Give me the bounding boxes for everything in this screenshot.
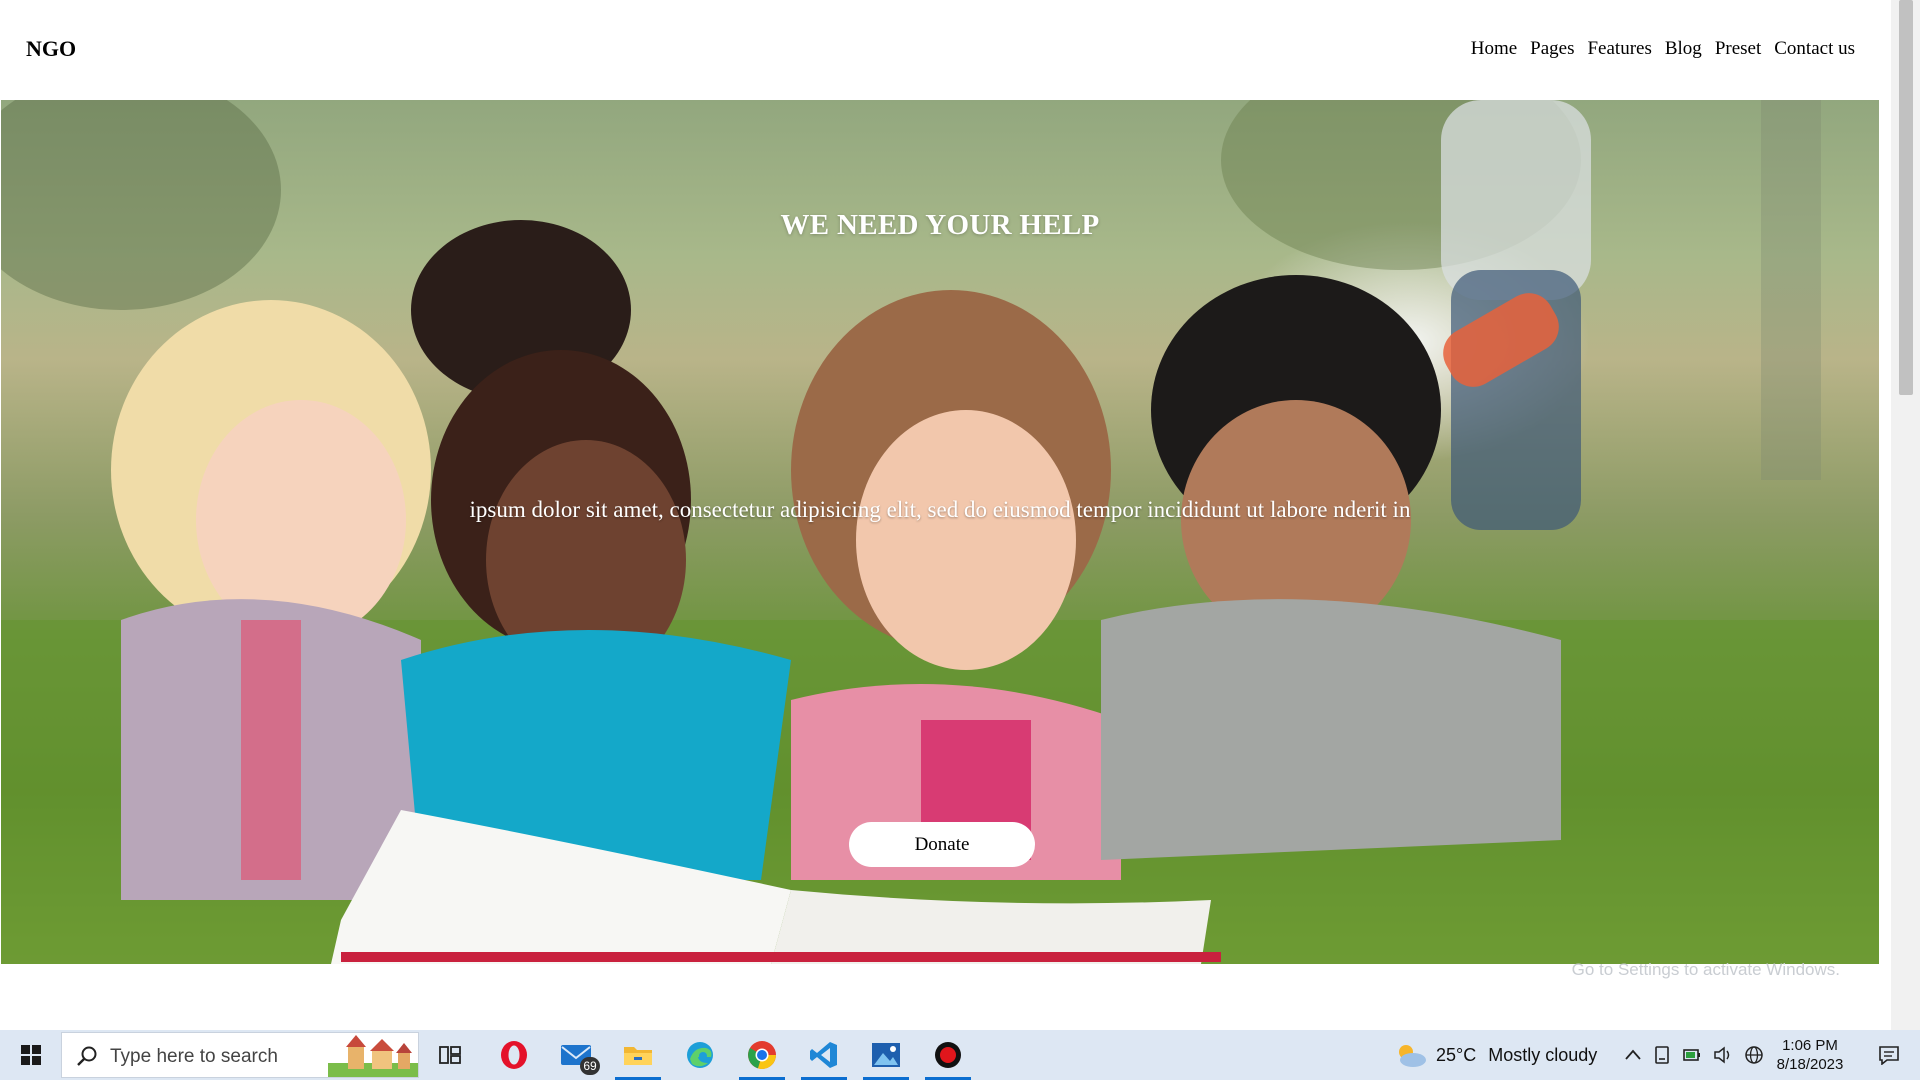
record-icon bbox=[935, 1042, 961, 1068]
chrome-icon bbox=[748, 1041, 776, 1069]
folder-icon bbox=[624, 1047, 652, 1065]
device-icon[interactable] bbox=[1653, 1045, 1671, 1065]
nav-blog[interactable]: Blog bbox=[1665, 38, 1702, 60]
cloudy-weather-icon bbox=[1399, 1045, 1426, 1067]
weather-widget[interactable]: 25°C Mostly cloudy bbox=[1394, 1030, 1597, 1080]
search-highlight-castle-icon bbox=[328, 1035, 418, 1077]
page-scrollbar[interactable] bbox=[1891, 0, 1920, 1030]
recorder-app[interactable] bbox=[922, 1030, 974, 1080]
vscode-icon bbox=[810, 1042, 837, 1068]
vscode-app[interactable] bbox=[798, 1030, 850, 1080]
clock-time: 1:06 PM bbox=[1782, 1037, 1838, 1054]
weather-temperature: 25°C bbox=[1436, 1044, 1477, 1065]
nav-pages[interactable]: Pages bbox=[1530, 38, 1574, 60]
edge-app[interactable] bbox=[674, 1030, 726, 1080]
notification-icon bbox=[1879, 1046, 1899, 1065]
photos-icon bbox=[872, 1043, 900, 1067]
weather-condition: Mostly cloudy bbox=[1488, 1044, 1598, 1065]
start-button[interactable] bbox=[8, 1030, 54, 1080]
clock-date: 8/18/2023 bbox=[1776, 1056, 1844, 1073]
hero-description: ipsum dolor sit amet, consectetur adipis… bbox=[469, 497, 1411, 522]
file-explorer-app[interactable] bbox=[612, 1030, 664, 1080]
opera-app[interactable] bbox=[488, 1030, 540, 1080]
task-view-button[interactable] bbox=[424, 1030, 476, 1080]
task-view-icon bbox=[439, 1046, 461, 1064]
main-nav: Home Pages Features Blog Preset Contact … bbox=[1471, 38, 1855, 60]
photos-app[interactable] bbox=[860, 1030, 912, 1080]
notification-center-button[interactable] bbox=[1866, 1030, 1912, 1080]
scrollbar-thumb[interactable] bbox=[1899, 0, 1913, 395]
nav-contact-us[interactable]: Contact us bbox=[1774, 38, 1855, 60]
chevron-up-icon[interactable] bbox=[1624, 1048, 1642, 1062]
search-icon bbox=[77, 1046, 97, 1066]
system-tray bbox=[1624, 1030, 1764, 1080]
windows-logo-icon bbox=[21, 1045, 41, 1065]
taskbar-clock[interactable]: 1:06 PM 8/18/2023 bbox=[1760, 1036, 1860, 1074]
mail-unread-badge: 69 bbox=[580, 1057, 600, 1075]
nav-home[interactable]: Home bbox=[1471, 38, 1517, 60]
donate-button[interactable]: Donate bbox=[849, 822, 1035, 867]
nav-preset[interactable]: Preset bbox=[1715, 38, 1761, 60]
brand-logo[interactable]: NGO bbox=[26, 36, 76, 62]
mail-app[interactable]: 69 bbox=[550, 1030, 602, 1080]
edge-icon bbox=[687, 1042, 713, 1068]
taskbar-search-box[interactable]: Type here to search bbox=[61, 1032, 419, 1078]
windows-taskbar: Type here to search 69 25°C Mostly cloud… bbox=[0, 1030, 1920, 1080]
activate-windows-watermark: Go to Settings to activate Windows. bbox=[1571, 960, 1840, 979]
opera-icon bbox=[501, 1041, 527, 1069]
battery-icon[interactable] bbox=[1682, 1046, 1702, 1064]
volume-icon[interactable] bbox=[1713, 1046, 1733, 1064]
search-placeholder: Type here to search bbox=[110, 1046, 278, 1067]
chrome-app[interactable] bbox=[736, 1030, 788, 1080]
hero-title: WE NEED YOUR HELP bbox=[780, 209, 1100, 242]
nav-features[interactable]: Features bbox=[1587, 38, 1651, 60]
hero-banner: WE NEED YOUR HELP ipsum dolor sit amet, … bbox=[1, 100, 1879, 964]
site-header: NGO Home Pages Features Blog Preset Cont… bbox=[0, 0, 1880, 100]
